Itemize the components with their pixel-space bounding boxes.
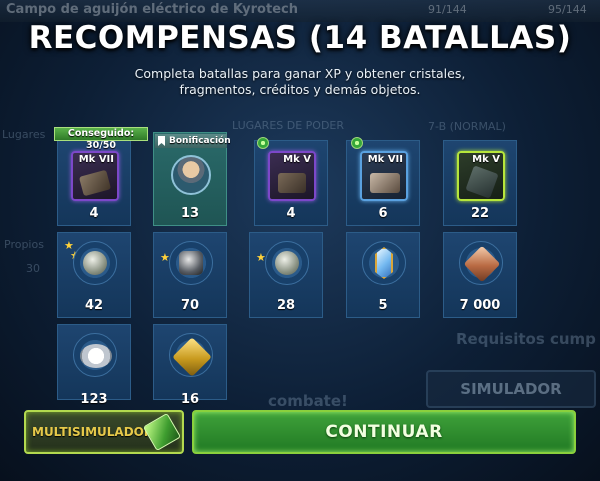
- reward-count: 13: [180, 206, 200, 221]
- reward-tickets[interactable]: 16: [153, 324, 227, 407]
- background-ghost-30: 30: [26, 262, 40, 275]
- gear-level-label: Mk V: [472, 154, 500, 165]
- background-ghost-lugares: Lugares: [2, 128, 46, 141]
- gear-icon: Mk VII: [71, 151, 119, 201]
- gear-level-label: Mk V: [283, 154, 311, 165]
- reward-guild-tokens[interactable]: 123: [57, 324, 131, 407]
- background-ghost-nivel: 7-B (NORMAL): [428, 120, 506, 133]
- salvage-icon: [265, 241, 309, 285]
- background-counter-2: 95/144: [548, 3, 587, 16]
- reward-salvage-a[interactable]: ★★ 42: [57, 232, 131, 318]
- bonus-label: Bonificación: [169, 136, 231, 146]
- background-ghost-lugares-poder: LUGARES DE PODER: [232, 119, 345, 132]
- reward-count: 4: [286, 206, 296, 221]
- reward-count: 42: [84, 298, 104, 313]
- continue-button[interactable]: CONTINUAR: [192, 410, 576, 454]
- reward-count: 6: [378, 206, 388, 221]
- reward-count: 123: [80, 392, 108, 407]
- handshake-icon: [73, 333, 117, 377]
- obtained-progress-banner: Conseguido: 30/50: [54, 127, 148, 151]
- character-portrait-icon: [171, 155, 211, 195]
- bonus-banner: Bonificación: [155, 134, 231, 148]
- reward-count: 16: [180, 392, 200, 407]
- credits-icon: [459, 241, 503, 285]
- multisim-label: MULTISIMULADOR: [32, 425, 154, 439]
- reward-count: 28: [276, 298, 296, 313]
- reward-count: 70: [180, 298, 200, 313]
- reward-count: 7 000: [459, 298, 501, 313]
- background-title: Campo de aguijón eléctrico de Kyrotech: [6, 2, 298, 17]
- salvage-icon: [73, 241, 117, 285]
- continue-label: CONTINUAR: [325, 422, 443, 442]
- reward-gear-mk5-b[interactable]: Mk V 22: [443, 140, 517, 226]
- crystal-icon: [362, 241, 406, 285]
- reward-gear-mk7-a[interactable]: Mk VII 4: [57, 140, 131, 226]
- reward-gear-mk5-a[interactable]: Mk V 4: [254, 137, 328, 226]
- bookmark-icon: [158, 136, 165, 146]
- gear-icon: Mk V: [457, 151, 505, 201]
- gear-level-label: Mk VII: [78, 154, 114, 165]
- background-ghost-combate: combate!: [268, 392, 348, 410]
- background-ghost-propios: Propios: [4, 238, 44, 251]
- reward-crystals[interactable]: 5: [346, 232, 420, 318]
- salvage-icon: [169, 241, 213, 285]
- background-ghost-requisitos: Requisitos cump: [456, 330, 596, 348]
- reward-gear-mk7-b[interactable]: Mk VII 6: [346, 137, 420, 226]
- reward-character-shards[interactable]: Bonificación 13: [153, 132, 231, 226]
- reward-count: 4: [89, 206, 99, 221]
- reward-count: 5: [378, 298, 388, 313]
- gear-level-label: Mk VII: [367, 154, 403, 165]
- background-counter-1: 91/144: [428, 3, 467, 16]
- new-dot-icon: [351, 137, 363, 149]
- reward-credits[interactable]: 7 000: [443, 232, 517, 318]
- background-simulador-button: SIMULADOR: [426, 370, 596, 408]
- multisim-button[interactable]: MULTISIMULADOR: [24, 410, 184, 454]
- gear-icon: Mk VII: [360, 151, 408, 201]
- page-subtitle: Completa batallas para ganar XP y obtene…: [134, 66, 466, 97]
- ticket-icon: [169, 333, 213, 377]
- gear-icon: Mk V: [268, 151, 316, 201]
- reward-salvage-b[interactable]: ★ 70: [153, 232, 227, 318]
- reward-count: 22: [470, 206, 490, 221]
- page-title: RECOMPENSAS (14 BATALLAS): [28, 20, 572, 56]
- reward-salvage-c[interactable]: ★ 28: [249, 232, 323, 318]
- new-dot-icon: [257, 137, 269, 149]
